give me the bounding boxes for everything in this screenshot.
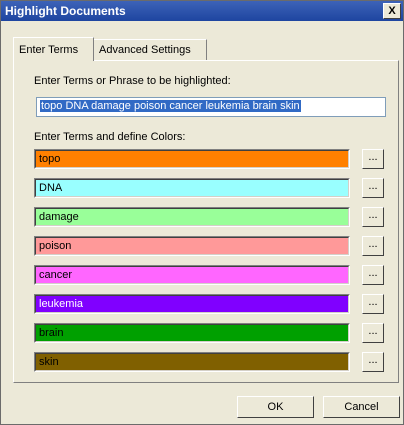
term-text: brain: [35, 324, 349, 342]
term-field-4[interactable]: poison: [34, 236, 350, 256]
color-picker-button-6[interactable]: ...: [362, 294, 384, 314]
terms-colors-label: Enter Terms and define Colors:: [34, 131, 186, 143]
cancel-button[interactable]: Cancel: [323, 396, 400, 418]
color-picker-button-7[interactable]: ...: [362, 323, 384, 343]
phrase-input-value: topo DNA damage poison cancer leukemia b…: [40, 100, 301, 112]
term-field-6[interactable]: leukemia: [34, 294, 350, 314]
term-field-1[interactable]: topo: [34, 149, 350, 169]
color-picker-button-8[interactable]: ...: [362, 352, 384, 372]
term-field-7[interactable]: brain: [34, 323, 350, 343]
term-text: leukemia: [35, 295, 349, 313]
window-title: Highlight Documents: [5, 4, 126, 18]
term-text: poison: [35, 237, 349, 255]
term-text: topo: [35, 150, 349, 168]
term-field-8[interactable]: skin: [34, 352, 350, 372]
term-field-2[interactable]: DNA: [34, 178, 350, 198]
term-field-3[interactable]: damage: [34, 207, 350, 227]
title-bar[interactable]: Highlight Documents X: [1, 1, 403, 21]
term-text: DNA: [35, 179, 349, 197]
color-picker-button-5[interactable]: ...: [362, 265, 384, 285]
color-picker-button-3[interactable]: ...: [362, 207, 384, 227]
ok-button[interactable]: OK: [237, 396, 314, 418]
phrase-input[interactable]: topo DNA damage poison cancer leukemia b…: [36, 97, 386, 117]
color-picker-button-2[interactable]: ...: [362, 178, 384, 198]
tab-enter-terms[interactable]: Enter Terms: [13, 37, 94, 61]
phrase-label: Enter Terms or Phrase to be highlighted:: [34, 75, 231, 87]
term-text: damage: [35, 208, 349, 226]
enter-terms-panel: Enter Terms or Phrase to be highlighted:…: [13, 60, 399, 383]
color-picker-button-4[interactable]: ...: [362, 236, 384, 256]
highlight-documents-dialog: Highlight Documents X Enter Terms Advanc…: [0, 0, 404, 425]
tab-advanced-settings[interactable]: Advanced Settings: [93, 39, 207, 60]
close-button[interactable]: X: [383, 3, 401, 19]
close-icon: X: [388, 5, 396, 17]
color-picker-button-1[interactable]: ...: [362, 149, 384, 169]
term-text: cancer: [35, 266, 349, 284]
term-text: skin: [35, 353, 349, 371]
term-field-5[interactable]: cancer: [34, 265, 350, 285]
